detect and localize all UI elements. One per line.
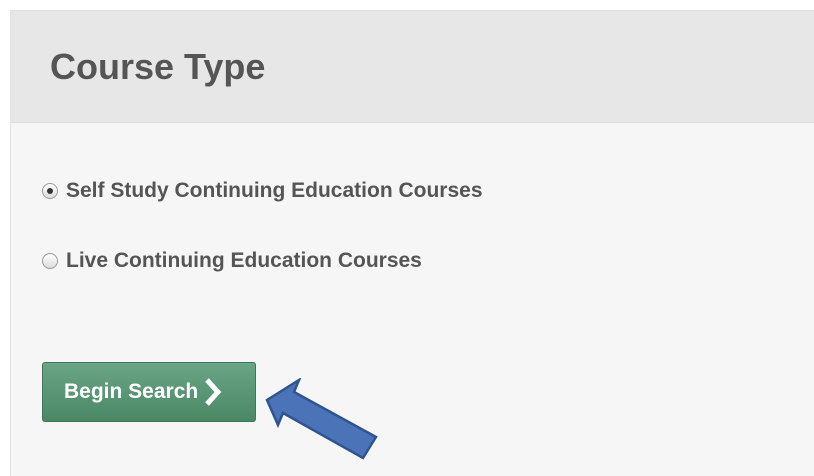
arrow-pointer-icon: [265, 378, 378, 460]
self-study-radio[interactable]: [42, 183, 58, 199]
panel-title: Course Type: [50, 46, 266, 87]
live-radio[interactable]: [42, 253, 58, 269]
begin-search-button[interactable]: Begin Search: [42, 362, 256, 422]
chevron-right-icon: [205, 378, 222, 406]
option-label: Live Continuing Education Courses: [66, 249, 422, 272]
begin-search-label: Begin Search: [64, 380, 199, 403]
option-label: Self Study Continuing Education Courses: [66, 179, 483, 202]
option-live[interactable]: Live Continuing Education Courses: [42, 249, 422, 273]
option-self-study[interactable]: Self Study Continuing Education Courses: [42, 179, 483, 203]
panel-header: Course Type: [11, 11, 814, 123]
